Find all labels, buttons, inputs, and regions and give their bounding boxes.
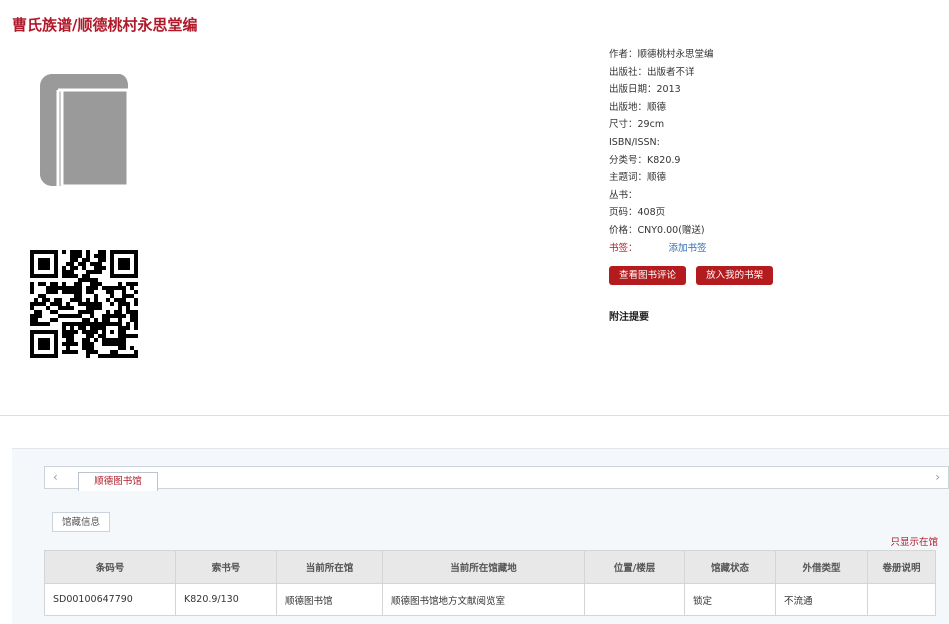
book-metadata: 作者：顺德桃村永思堂编 出版社：出版者不详 出版日期：2013 出版地：顺德 尺…	[609, 46, 714, 257]
notes-heading: 附注提要	[609, 312, 649, 323]
holdings-panel: ‹ 顺德图书馆 › 馆藏信息 只显示在馆 条码号 索书号 当前所在馆 当前所在馆…	[12, 448, 949, 624]
column-header: 当前所在馆	[276, 550, 383, 584]
qr-code-icon	[30, 250, 138, 358]
meta-tags: 书签： 添加书签	[609, 240, 714, 258]
cell-floor	[584, 583, 685, 616]
library-tabbar: ‹ 顺德图书馆 ›	[44, 466, 949, 491]
chevron-left-icon[interactable]: ‹	[53, 470, 58, 484]
column-header: 当前所在馆藏地	[382, 550, 585, 584]
meta-pub-place: 出版地：顺德	[609, 101, 667, 113]
cell-call-number: K820.9/130	[175, 583, 277, 616]
meta-series: 丛书：	[609, 189, 638, 201]
table-header-row: 条码号 索书号 当前所在馆 当前所在馆藏地 位置/楼层 馆藏状态 外借类型 卷册…	[44, 550, 936, 584]
meta-pages: 页码：408页	[609, 207, 666, 219]
meta-isbn: ISBN/ISSN:	[609, 136, 660, 148]
column-header: 索书号	[175, 550, 277, 584]
cell-status: 锁定	[684, 583, 776, 616]
meta-size: 尺寸：29cm	[609, 119, 665, 131]
cell-loan-type: 不流通	[775, 583, 868, 616]
cell-volume-note	[867, 583, 936, 616]
column-header: 馆藏状态	[684, 550, 776, 584]
table-row: SD00100647790 K820.9/130 顺德图书馆 顺德图书馆地方文献…	[44, 583, 936, 616]
meta-author: 作者：顺德桃村永思堂编	[609, 49, 714, 60]
add-tag-link[interactable]: 添加书签	[669, 243, 707, 254]
tab-holdings-info[interactable]: 馆藏信息	[52, 512, 110, 532]
meta-price: 价格：CNY0.00(赠送)	[609, 224, 705, 236]
column-header: 外借类型	[775, 550, 868, 584]
add-to-shelf-button[interactable]: 放入我的书架	[696, 266, 774, 285]
tab-library[interactable]: 顺德图书馆	[78, 472, 158, 491]
book-icon	[38, 72, 130, 188]
view-reviews-button[interactable]: 查看图书评论	[609, 266, 687, 285]
page-title: 曹氏族谱/顺德桃村永思堂编	[12, 16, 198, 34]
meta-pub-date: 出版日期：2013	[609, 84, 681, 96]
action-buttons: 查看图书评论 放入我的书架	[609, 263, 778, 285]
meta-classification: 分类号：K820.9	[609, 154, 681, 166]
column-header: 条码号	[44, 550, 176, 584]
tags-label: 书签：	[609, 242, 638, 254]
meta-subject: 主题词：顺德	[609, 172, 667, 184]
column-header: 卷册说明	[867, 550, 936, 584]
section-divider	[0, 415, 949, 416]
cell-location: 顺德图书馆地方文献阅览室	[382, 583, 585, 616]
only-show-available-link[interactable]: 只显示在馆	[890, 534, 938, 548]
column-header: 位置/楼层	[584, 550, 685, 584]
cell-library: 顺德图书馆	[276, 583, 383, 616]
chevron-right-icon[interactable]: ›	[935, 470, 940, 484]
cell-barcode: SD00100647790	[44, 583, 176, 616]
meta-publisher: 出版社：出版者不详	[609, 66, 695, 78]
holdings-table: 条码号 索书号 当前所在馆 当前所在馆藏地 位置/楼层 馆藏状态 外借类型 卷册…	[44, 550, 936, 616]
